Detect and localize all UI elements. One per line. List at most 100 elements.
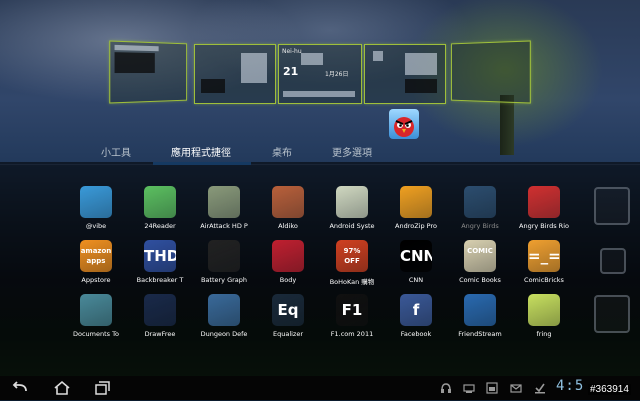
app-label: AirAttack HD P (200, 222, 248, 230)
app-icon-glyph: 97% OFF (343, 247, 361, 265)
battery-graph-icon (208, 240, 240, 272)
app-label: DrawFree (144, 330, 176, 338)
app-label: @vibe (85, 222, 107, 230)
app-shortcut[interactable]: f Facebook (384, 288, 448, 346)
app-label: AndroZip Pro (395, 222, 437, 230)
app-shortcut[interactable]: 24Reader (128, 180, 192, 238)
app-label: CNN (408, 276, 424, 284)
app-shortcut[interactable]: AirAttack HD P (192, 180, 256, 238)
pen-nib-icon (144, 294, 176, 326)
fring-icon (528, 294, 560, 326)
app-shortcut[interactable]: CNN CNN (384, 234, 448, 292)
dungeon-defenders-icon (208, 294, 240, 326)
app-label: Battery Graph (200, 276, 248, 284)
app-icon-glyph (464, 186, 496, 218)
watermark: #363914 (588, 384, 631, 395)
tab-more-options[interactable]: 更多選項 (332, 144, 372, 159)
app-label: Backbreaker T (136, 276, 184, 284)
pane-widget (201, 79, 225, 93)
home-pane-4[interactable] (364, 44, 446, 104)
home-button[interactable] (50, 379, 74, 397)
screenshot-icon (486, 382, 498, 394)
cnn-icon: CNN (400, 240, 432, 272)
home-pane-3[interactable]: Nei-hu 21 1月26日 (278, 44, 362, 104)
app-label: Angry Birds Rio (519, 222, 569, 230)
home-pane-5[interactable] (451, 40, 531, 104)
app-label: F1.com 2011 (330, 330, 374, 338)
app-shortcut[interactable]: Aldiko (256, 180, 320, 238)
app-icon-glyph (208, 186, 240, 218)
airattack-icon (208, 186, 240, 218)
angry-bird-rio-icon (528, 186, 560, 218)
usb-tray-icon (463, 384, 475, 393)
app-shortcut[interactable]: DrawFree (128, 288, 192, 346)
app-icon-glyph: CNN (400, 247, 432, 265)
home-pane-1[interactable] (109, 40, 188, 104)
page-slot-2[interactable] (600, 248, 626, 274)
app-shortcut[interactable]: Angry Birds Rio (512, 180, 576, 238)
page-slot-3[interactable] (594, 295, 630, 333)
pane-date: 1月26日 (325, 71, 349, 78)
app-label: Dungeon Defe (200, 330, 248, 338)
app-icon-glyph (400, 186, 432, 218)
app-shortcut[interactable]: @vibe (64, 180, 128, 238)
pane-widget (373, 51, 383, 61)
zip-box-icon (400, 186, 432, 218)
clock[interactable]: 4:5 (556, 378, 584, 394)
app-shortcut[interactable]: Angry Birds (448, 180, 512, 238)
pane-widget (114, 52, 155, 74)
app-icon-glyph (272, 240, 304, 272)
tab-app-shortcuts[interactable]: 應用程式捷徑 (171, 144, 231, 159)
app-icon-glyph (336, 186, 368, 218)
reader-figure-icon (144, 186, 176, 218)
app-shortcut[interactable]: Eq Equalizer (256, 288, 320, 346)
app-shortcut[interactable]: fring (512, 288, 576, 346)
tab-wallpaper[interactable]: 桌布 (272, 144, 292, 159)
app-label: Android Syste (329, 222, 375, 230)
app-shortcut[interactable]: 97% OFF BoHoKan 購物 (320, 234, 384, 292)
app-shortcut[interactable]: Documents To (64, 288, 128, 346)
android-system-icon (336, 186, 368, 218)
app-icon-glyph: amazon apps (80, 247, 112, 265)
app-icon-glyph: Eq (277, 301, 299, 319)
app-icon-glyph (528, 294, 560, 326)
app-shortcut[interactable]: Battery Graph (192, 234, 256, 292)
dragged-angry-birds-icon[interactable] (389, 109, 419, 139)
bohokan-icon: 97% OFF (336, 240, 368, 272)
app-shortcut[interactable]: FriendStream (448, 288, 512, 346)
app-icon-glyph (80, 186, 112, 218)
app-shortcut[interactable]: COMIC Comic Books (448, 234, 512, 292)
app-shortcut[interactable]: Body (256, 234, 320, 292)
back-arrow-icon (12, 381, 27, 392)
app-label: ComicBricks (524, 276, 564, 284)
app-shortcut[interactable]: Dungeon Defe (192, 288, 256, 346)
app-shortcut[interactable]: Android Syste (320, 180, 384, 238)
app-icon-glyph: COMIC (467, 247, 493, 255)
app-shortcut[interactable]: THD Backbreaker T (128, 234, 192, 292)
app-label: Appstore (81, 276, 111, 284)
app-icon-glyph: =_= (528, 247, 560, 265)
recent-apps-icon (95, 381, 110, 395)
app-shortcut[interactable]: AndroZip Pro (384, 180, 448, 238)
app-icon-glyph (464, 294, 496, 326)
app-label: Documents To (73, 330, 119, 338)
home-pane-2[interactable] (194, 44, 276, 104)
page-slot-1[interactable] (594, 187, 630, 225)
app-icon-glyph: f (412, 301, 420, 319)
app-shortcut[interactable]: amazon apps Appstore (64, 234, 128, 292)
comicbricks-icon: =_= (528, 240, 560, 272)
app-label: Equalizer (272, 330, 304, 338)
app-icon-glyph (272, 186, 304, 218)
equalizer-icon: Eq (272, 294, 304, 326)
app-shortcut[interactable]: F1 F1.com 2011 (320, 288, 384, 346)
app-label: Facebook (400, 330, 432, 338)
pane-widget (241, 53, 267, 83)
tab-widgets[interactable]: 小工具 (101, 144, 131, 159)
app-icon-glyph: F1 (341, 301, 363, 319)
pane-widget (301, 53, 323, 65)
recent-apps-button[interactable] (90, 379, 114, 397)
backbreaker-icon: THD (144, 240, 176, 272)
app-shortcut[interactable]: =_= ComicBricks (512, 234, 576, 292)
back-button[interactable] (8, 379, 32, 397)
amazon-appstore-icon: amazon apps (80, 240, 112, 272)
